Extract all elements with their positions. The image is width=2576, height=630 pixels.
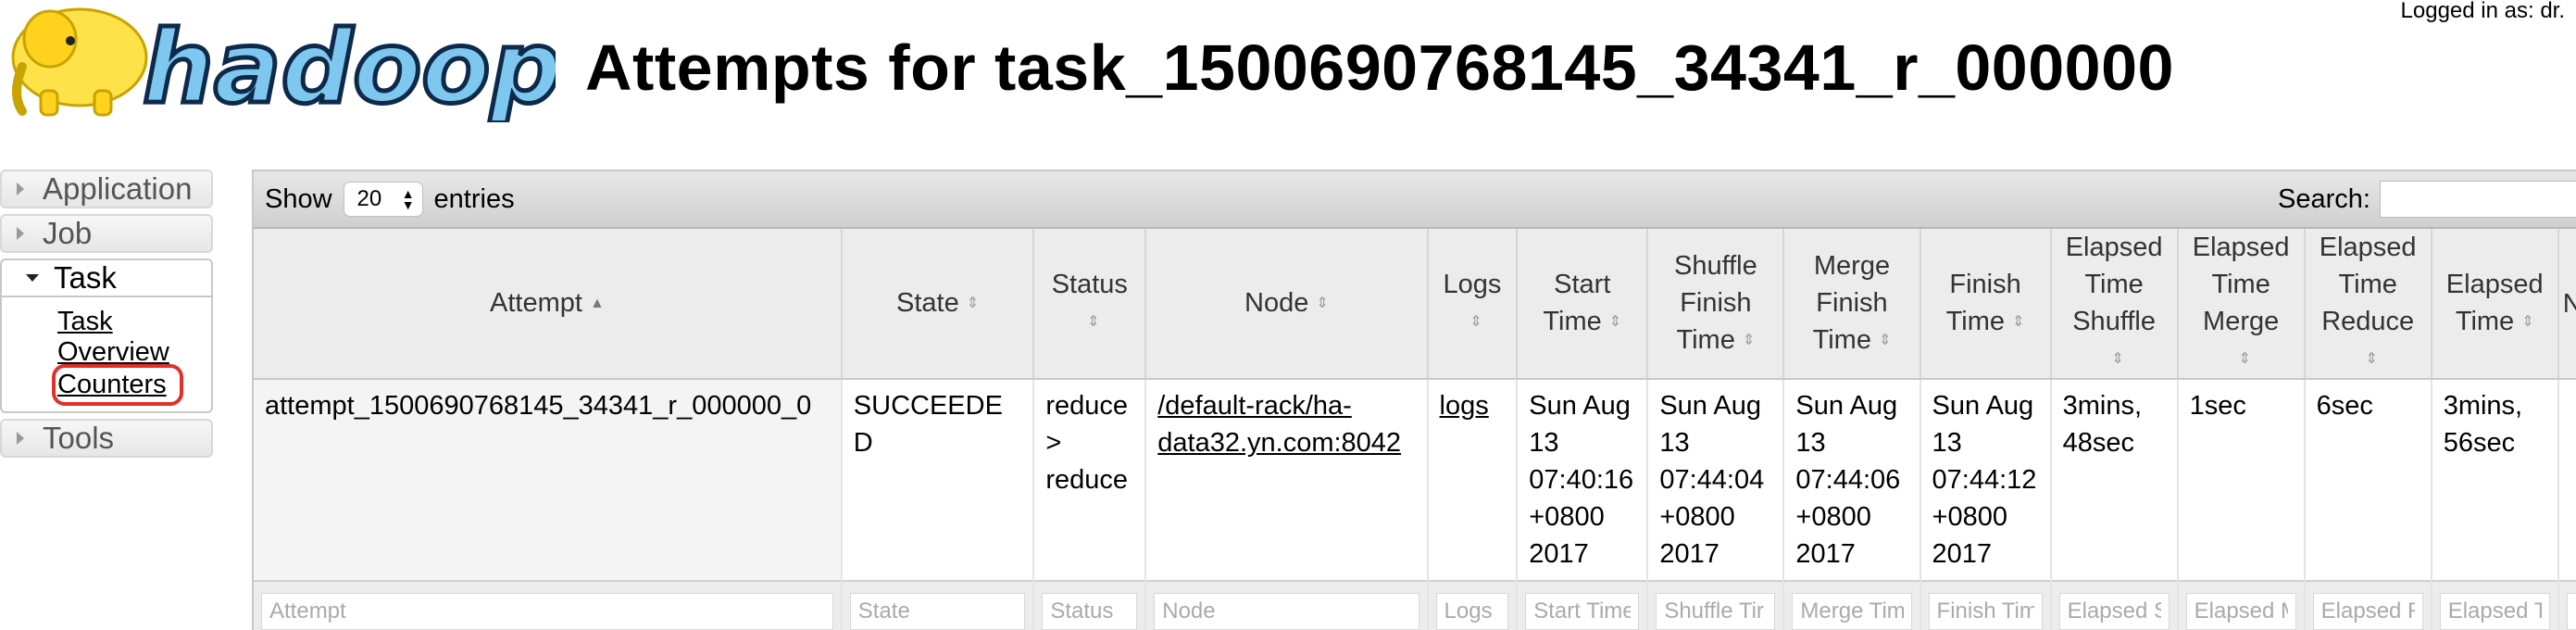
- cell-elapsed-reduce: 6sec: [2304, 379, 2432, 582]
- sidebar-section-application[interactable]: Application: [0, 170, 213, 208]
- column-header-elapsed-shuffle[interactable]: Elapsed Time Shuffle ⇕: [2050, 229, 2179, 381]
- sidebar-section-label: Tools: [43, 421, 115, 455]
- sort-asc-icon: ▲: [589, 296, 605, 312]
- cell-logs: logs: [1427, 379, 1519, 582]
- cell-attempt: attempt_1500690768145_34341_r_000000_0: [254, 379, 843, 582]
- logged-in-user: Logged in as: dr.: [2400, 0, 2565, 23]
- filter-finish-time-input[interactable]: [1928, 593, 2043, 630]
- svg-text:hadoop: hadoop: [143, 10, 556, 122]
- cell-node: /default-rack/ha-data32.yn.com:8042: [1145, 379, 1429, 582]
- search-box: Search:: [2278, 181, 2576, 218]
- filter-elapsed-shuffle-input[interactable]: [2058, 593, 2170, 630]
- sort-icon: ⇕: [2012, 314, 2025, 331]
- attempts-table-panel: Show 20 ▲ ▼ entries Search: Attempt ▲ Stat…: [252, 170, 2576, 630]
- sort-icon: ⇕: [1316, 296, 1329, 312]
- entries-select[interactable]: 20 ▲ ▼: [343, 182, 423, 217]
- filter-elapsed-reduce-input[interactable]: [2312, 593, 2423, 630]
- cell-state: SUCCEEDED: [841, 379, 1035, 582]
- select-arrows-icon: ▲ ▼: [401, 186, 415, 212]
- column-header-elapsed-merge[interactable]: Elapsed Time Merge ⇕: [2177, 229, 2306, 381]
- sort-icon: ⇕: [2111, 351, 2124, 368]
- filter-start-time-input[interactable]: [1525, 593, 1640, 630]
- cell-merge-finish: Sun Aug 13 07:44:06 +0800 2017: [1783, 379, 1921, 582]
- column-header-merge-finish-time[interactable]: Merge Finish Time ⇕: [1783, 229, 1921, 381]
- column-header-elapsed-reduce[interactable]: Elapsed Time Reduce ⇕: [2304, 229, 2432, 381]
- chevron-down-icon: [26, 274, 39, 282]
- sort-icon: ⇕: [1742, 333, 1756, 349]
- column-header-elapsed-time[interactable]: Elapsed Time ⇕: [2431, 229, 2559, 381]
- column-header-note[interactable]: N: [2557, 229, 2576, 381]
- sidebar-task-links: Task Overview Counters: [0, 297, 213, 413]
- filter-node-input[interactable]: [1154, 593, 1419, 630]
- column-header-attempt[interactable]: Attempt ▲: [254, 229, 843, 381]
- column-header-node[interactable]: Node ⇕: [1145, 229, 1429, 381]
- sidebar-section-tools[interactable]: Tools: [0, 419, 213, 458]
- column-header-start-time[interactable]: Start Time ⇕: [1517, 229, 1649, 381]
- cell-elapsed: 3mins, 56sec: [2431, 379, 2559, 582]
- filter-elapsed-merge-input[interactable]: [2185, 593, 2296, 630]
- filter-note-input[interactable]: [2566, 593, 2576, 630]
- show-label: Show: [265, 183, 332, 214]
- column-header-status[interactable]: Status ⇕: [1033, 229, 1147, 381]
- filter-row: [254, 580, 2576, 630]
- sort-icon: ⇕: [1608, 314, 1622, 331]
- sort-icon: ⇕: [1087, 314, 1100, 331]
- cell-note: [2557, 379, 2576, 582]
- filter-status-input[interactable]: [1042, 593, 1138, 630]
- sort-icon: ⇕: [2365, 351, 2378, 368]
- sidebar-section-label: Application: [43, 171, 193, 206]
- column-header-shuffle-finish-time[interactable]: Shuffle Finish Time ⇕: [1647, 229, 1785, 381]
- sort-icon: ⇕: [1469, 314, 1482, 331]
- filter-elapsed-time-input[interactable]: [2439, 593, 2550, 630]
- sidebar-section-label: Task: [54, 260, 117, 295]
- page-title: Attempts for task_1500690768145_34341_r_…: [585, 32, 2174, 104]
- sidebar-link-overview[interactable]: Overview: [57, 337, 211, 368]
- sidebar-section-task[interactable]: Task: [0, 258, 213, 297]
- search-label: Search:: [2278, 183, 2370, 214]
- entries-value: 20: [356, 186, 382, 211]
- sort-icon: ⇕: [1878, 333, 1892, 349]
- cell-elapsed-merge: 1sec: [2177, 379, 2306, 582]
- chevron-right-icon: [17, 432, 24, 445]
- column-header-state[interactable]: State ⇕: [841, 229, 1035, 381]
- sort-icon: ⇕: [2238, 351, 2251, 368]
- cell-shuffle-finish: Sun Aug 13 07:44:04 +0800 2017: [1647, 379, 1785, 582]
- cell-elapsed-shuffle: 3mins, 48sec: [2050, 379, 2179, 582]
- table-row: attempt_1500690768145_34341_r_000000_0 S…: [254, 379, 2576, 582]
- logs-link[interactable]: logs: [1440, 391, 1489, 421]
- filter-state-input[interactable]: [849, 593, 1026, 630]
- attempts-table: Attempt ▲ State ⇕ Status ⇕ Node ⇕ Logs ⇕ Star…: [254, 229, 2576, 630]
- column-header-logs[interactable]: Logs ⇕: [1427, 229, 1519, 381]
- sidebar-link-task[interactable]: Task: [57, 307, 211, 337]
- search-input[interactable]: [2379, 181, 2576, 218]
- filter-shuffle-time-input[interactable]: [1656, 593, 1776, 630]
- chevron-right-icon: [17, 227, 24, 240]
- cell-start-time: Sun Aug 13 07:40:16 +0800 2017: [1517, 379, 1649, 582]
- cell-finish-time: Sun Aug 13 07:44:12 +0800 2017: [1919, 379, 2052, 582]
- sidebar-section-job[interactable]: Job: [0, 214, 213, 253]
- chevron-right-icon: [17, 183, 24, 195]
- table-toolbar: Show 20 ▲ ▼ entries Search:: [254, 171, 2576, 229]
- cell-status: reduce > reduce: [1033, 379, 1147, 582]
- hadoop-logo: hadoop: [4, 2, 564, 129]
- sidebar-section-label: Job: [43, 216, 93, 250]
- sidebar-link-counters[interactable]: Counters: [52, 364, 183, 406]
- filter-merge-time-input[interactable]: [1792, 593, 1912, 630]
- entries-label: entries: [433, 183, 515, 214]
- filter-logs-input[interactable]: [1435, 593, 1509, 630]
- sort-icon: ⇕: [2521, 314, 2534, 331]
- node-link[interactable]: /default-rack/ha-data32.yn.com:8042: [1157, 391, 1401, 458]
- sort-icon: ⇕: [966, 296, 980, 312]
- column-header-finish-time[interactable]: Finish Time ⇕: [1919, 229, 2052, 381]
- filter-attempt-input[interactable]: [261, 593, 833, 630]
- sidebar-nav: Application Job Task Task Overview Count…: [0, 170, 213, 463]
